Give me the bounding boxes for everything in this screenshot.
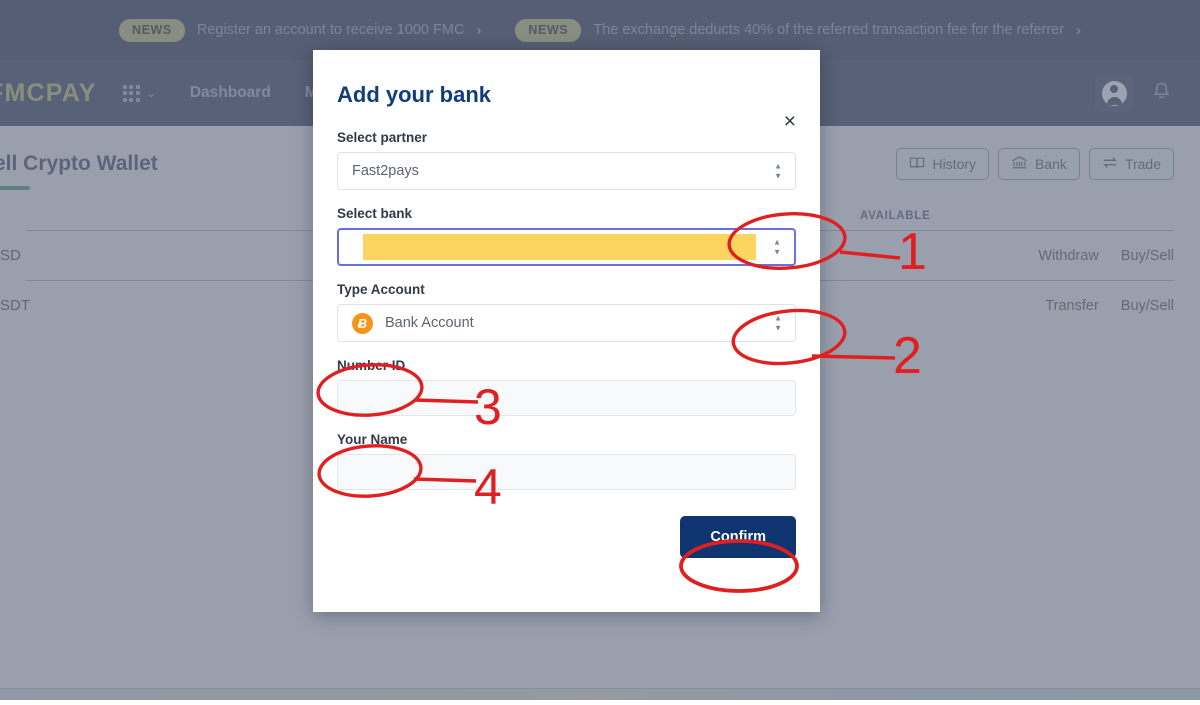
chevron-up-icon: ▲ xyxy=(773,239,781,246)
chevron-down-icon: ▼ xyxy=(773,249,781,256)
number-id-input[interactable] xyxy=(337,380,796,416)
chevron-up-icon: ▲ xyxy=(774,163,782,170)
number-id-label: Number ID xyxy=(337,358,796,373)
modal-footer: Confirm xyxy=(337,516,796,558)
field-number-id: Number ID xyxy=(337,358,796,416)
type-account-label: Type Account xyxy=(337,282,796,297)
select-bank-dropdown[interactable]: ▲ ▼ xyxy=(337,228,796,266)
your-name-input[interactable] xyxy=(337,454,796,490)
select-bank-spinner-icon[interactable]: ▲ ▼ xyxy=(773,239,781,256)
select-partner-value: Fast2pays xyxy=(352,163,419,179)
your-name-label: Your Name xyxy=(337,432,796,447)
field-your-name: Your Name xyxy=(337,432,796,490)
type-account-value: Bank Account xyxy=(385,315,474,331)
close-icon[interactable]: × xyxy=(780,107,800,136)
chevron-up-icon: ▲ xyxy=(774,315,782,322)
select-bank-redacted-value xyxy=(363,234,756,260)
add-bank-modal: × Add your bank Select partner Fast2pays… xyxy=(313,50,820,612)
select-partner-spinner-icon[interactable]: ▲ ▼ xyxy=(774,163,782,180)
chevron-down-icon: ▼ xyxy=(774,173,782,180)
confirm-button[interactable]: Confirm xyxy=(680,516,796,558)
field-type-account: Type Account Ƀ Bank Account ▲ ▼ xyxy=(337,282,796,342)
select-bank-label: Select bank xyxy=(337,206,796,221)
select-partner-label: Select partner xyxy=(337,130,796,145)
type-account-dropdown[interactable]: Ƀ Bank Account ▲ ▼ xyxy=(337,304,796,342)
type-account-spinner-icon[interactable]: ▲ ▼ xyxy=(774,315,782,332)
field-select-partner: Select partner Fast2pays ▲ ▼ xyxy=(337,130,796,190)
chevron-down-icon: ▼ xyxy=(774,325,782,332)
modal-title: Add your bank xyxy=(337,82,796,108)
bitcoin-icon: Ƀ xyxy=(352,313,373,334)
select-partner-dropdown[interactable]: Fast2pays ▲ ▼ xyxy=(337,152,796,190)
field-select-bank: Select bank ▲ ▼ xyxy=(337,206,796,266)
